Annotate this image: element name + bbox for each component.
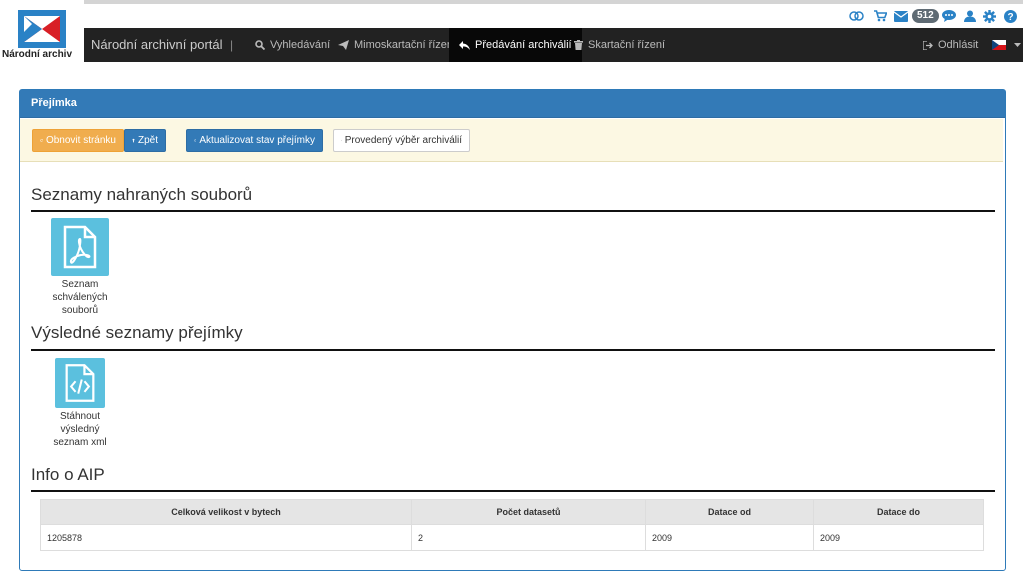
uploaded-files-heading: Seznamy nahraných souborů (31, 185, 253, 204)
approved-files-label: Seznam schválených souborů (40, 278, 120, 317)
sort-arrows-icon (132, 138, 135, 143)
panel-title: Přejímka (20, 90, 1005, 118)
cart-icon[interactable] (874, 9, 887, 23)
nav-item-search[interactable]: Vyhledávání (246, 28, 339, 62)
paper-plane-icon (338, 40, 349, 50)
section-divider (31, 210, 995, 212)
logout-link[interactable]: Odhlásit (913, 28, 988, 62)
narodni-archiv-logo[interactable]: Národní archiv (0, 0, 84, 62)
label-line: seznam xml (53, 437, 107, 448)
column-header: Počet datasetů (411, 499, 646, 525)
logout-icon (923, 40, 933, 50)
reply-icon (459, 40, 470, 50)
refresh-icon (194, 139, 197, 142)
pdf-file-icon (51, 218, 109, 276)
help-icon[interactable]: ? (1004, 9, 1017, 23)
archive-selection-button[interactable]: Provedený výběr archiválií (333, 129, 470, 152)
svg-text:?: ? (1007, 12, 1013, 23)
update-state-label: Aktualizovat stav přejímky (199, 135, 315, 146)
mail-icon[interactable] (894, 9, 908, 23)
section-divider (31, 490, 995, 492)
nav-item-mimoskartacni[interactable]: Mimoskartační řízení (329, 28, 465, 62)
back-label: Zpět (137, 135, 158, 146)
play-circle-icon (341, 140, 342, 141)
table-cell: 2009 (645, 524, 814, 551)
aip-info-heading: Info o AIP (31, 465, 105, 484)
archive-selection-label: Provedený výběr archiválií (344, 135, 462, 146)
result-lists-heading: Výsledné seznamy přejímky (31, 323, 243, 342)
back-button[interactable]: Zpět (124, 129, 166, 152)
download-xml-label: Stáhnout výsledný seznam xml (40, 410, 120, 449)
top-icon-bar: 512 ? (0, 4, 1023, 28)
trash-icon (574, 40, 583, 50)
main-navbar: Národní archivní portál | Vyhledávání Mi… (0, 28, 1023, 62)
column-header: Datace od (645, 499, 814, 525)
portal-title[interactable]: Národní archivní portál (91, 28, 223, 62)
refresh-page-button[interactable]: Obnovit stránku (32, 129, 124, 152)
table-header-row: Celková velikost v bytech Počet datasetů… (40, 499, 984, 525)
chat-icon[interactable] (942, 9, 956, 23)
message-count-badge[interactable]: 512 (912, 9, 939, 23)
refresh-page-label: Obnovit stránku (45, 135, 116, 146)
settings-gear-icon[interactable] (983, 9, 996, 23)
table-row: 1205878 2 2009 2009 (40, 524, 984, 551)
nav-item-label: Mimoskartační řízení (354, 39, 457, 51)
code-file-icon (55, 358, 105, 408)
table-cell: 2009 (813, 524, 984, 551)
toggle-icon[interactable] (849, 9, 864, 23)
nav-item-predavani[interactable]: Předávání archiválií (449, 28, 582, 62)
aip-info-table: Celková velikost v bytech Počet datasetů… (40, 499, 984, 551)
column-header: Celková velikost v bytech (40, 499, 412, 525)
czech-flag-icon (992, 40, 1006, 50)
brand-separator: | (230, 38, 234, 52)
logo-text: Národní archiv (2, 49, 73, 60)
column-header: Datace do (813, 499, 984, 525)
nav-item-label: Vyhledávání (270, 39, 331, 51)
logo-emblem-icon (18, 10, 66, 48)
logout-label: Odhlásit (938, 39, 979, 51)
table-cell: 2 (411, 524, 646, 551)
label-line: výsledný (60, 424, 100, 435)
approved-files-pdf-tile[interactable]: Seznam schválených souborů (40, 218, 120, 317)
panel-toolbar: Obnovit stránku Zpět Aktualizovat stav p… (20, 119, 1003, 162)
label-line: schválených (52, 292, 108, 303)
caret-down-icon (1014, 43, 1021, 47)
download-xml-tile[interactable]: Stáhnout výsledný seznam xml (40, 358, 120, 449)
user-icon[interactable] (964, 9, 976, 23)
refresh-icon (40, 139, 43, 142)
nav-item-label: Skartační řízení (588, 39, 666, 51)
nav-item-skartacni[interactable]: Skartační řízení (565, 28, 674, 62)
search-icon (255, 40, 265, 50)
label-line: Seznam (61, 279, 99, 290)
label-line: souborů (61, 305, 99, 316)
label-line: Stáhnout (59, 411, 101, 422)
table-cell: 1205878 (40, 524, 412, 551)
language-dropdown[interactable] (988, 28, 1023, 62)
section-divider (31, 349, 995, 351)
update-state-button[interactable]: Aktualizovat stav přejímky (186, 129, 323, 152)
nav-item-label: Předávání archiválií (475, 39, 572, 51)
